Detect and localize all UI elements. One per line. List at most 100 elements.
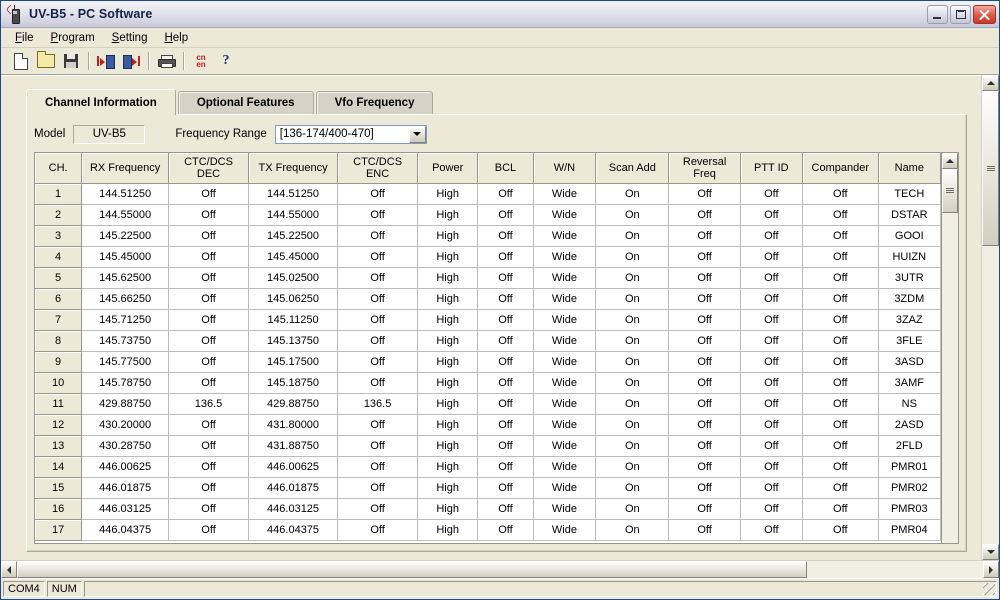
table-cell[interactable]: On [595, 372, 670, 394]
table-cell[interactable]: 3FLE [878, 330, 941, 352]
table-cell[interactable]: 136.5 [337, 393, 419, 415]
table-cell[interactable]: Off [337, 204, 419, 226]
table-cell[interactable]: Off [337, 414, 419, 436]
resize-grip-icon[interactable] [983, 583, 995, 595]
table-cell[interactable]: Off [168, 330, 250, 352]
window-horizontal-scrollbar[interactable] [1, 560, 999, 578]
table-cell[interactable]: High [417, 267, 479, 289]
table-cell[interactable]: Off [802, 351, 879, 373]
table-cell[interactable]: Off [668, 351, 741, 373]
write-to-radio-icon[interactable] [119, 50, 143, 72]
language-cn-en-icon[interactable]: cn en [189, 50, 213, 72]
table-cell[interactable]: 446.01875 [81, 477, 169, 499]
table-cell[interactable]: Off [337, 351, 419, 373]
row-header-cell[interactable]: 17 [35, 519, 83, 541]
row-header-cell[interactable]: 1 [35, 183, 83, 205]
table-cell[interactable]: 145.18750 [248, 372, 339, 394]
table-cell[interactable]: High [417, 519, 479, 541]
table-cell[interactable]: 144.55000 [81, 204, 169, 226]
table-cell[interactable]: Off [168, 183, 250, 205]
table-cell[interactable]: Off [337, 330, 419, 352]
scroll-up-button[interactable] [942, 153, 958, 169]
open-folder-icon[interactable] [34, 50, 58, 72]
table-cell[interactable]: Off [337, 309, 419, 331]
table-row[interactable]: 16 446.03125 Off 446.03125 Off High Off Wide On O… [35, 498, 941, 520]
table-cell[interactable]: On [595, 267, 670, 289]
table-cell[interactable]: 145.66250 [81, 288, 169, 310]
table-cell[interactable]: Off [337, 225, 419, 247]
row-header-cell[interactable]: 9 [35, 351, 83, 373]
table-cell[interactable]: 430.20000 [81, 414, 169, 436]
table-cell[interactable]: 3ASD [878, 351, 941, 373]
table-cell[interactable]: 430.28750 [81, 435, 169, 457]
table-cell[interactable]: 136.5 [168, 393, 250, 415]
window-scroll-right-button[interactable] [983, 561, 999, 578]
table-row[interactable]: 3 145.22500 Off 145.22500 Off High Off Wide On Of… [35, 225, 941, 247]
table-cell[interactable]: Off [740, 414, 803, 436]
table-cell[interactable]: 3UTR [878, 267, 941, 289]
table-row[interactable]: 11 429.88750 136.5 429.88750 136.5 High Off Wid… [35, 393, 941, 415]
help-question-icon[interactable]: ? [214, 50, 238, 72]
row-header-cell[interactable]: 16 [35, 498, 83, 520]
table-cell[interactable]: Off [802, 246, 879, 268]
table-cell[interactable]: On [595, 225, 670, 247]
table-cell[interactable]: Off [802, 477, 879, 499]
table-cell[interactable]: Off [802, 225, 879, 247]
table-cell[interactable]: High [417, 456, 479, 478]
col-tx-frequency[interactable]: TX Frequency [248, 153, 339, 184]
table-cell[interactable]: 429.88750 [248, 393, 339, 415]
table-cell[interactable]: Off [740, 309, 803, 331]
table-cell[interactable]: Off [477, 309, 534, 331]
table-cell[interactable]: 145.17500 [248, 351, 339, 373]
table-cell[interactable]: Off [802, 372, 879, 394]
table-cell[interactable]: High [417, 414, 479, 436]
col-wn[interactable]: W/N [533, 153, 597, 184]
table-row[interactable]: 15 446.01875 Off 446.01875 Off High Off Wide On O… [35, 477, 941, 499]
table-cell[interactable]: 145.02500 [248, 267, 339, 289]
col-scan-add[interactable]: Scan Add [595, 153, 670, 184]
table-cell[interactable]: Off [168, 477, 250, 499]
table-cell[interactable]: 446.00625 [248, 456, 339, 478]
col-bcl[interactable]: BCL [477, 153, 534, 184]
table-cell[interactable]: Off [337, 519, 419, 541]
table-cell[interactable]: Off [337, 372, 419, 394]
table-cell[interactable]: On [595, 309, 670, 331]
table-cell[interactable]: Wide [533, 204, 597, 226]
table-row[interactable]: 5 145.62500 Off 145.02500 Off High Off Wide On Of… [35, 267, 941, 289]
row-header-cell[interactable]: 11 [35, 393, 83, 415]
table-cell[interactable]: Wide [533, 183, 597, 205]
window-scroll-down-button[interactable] [982, 544, 999, 560]
table-row[interactable]: 7 145.71250 Off 145.11250 Off High Off Wide On Of… [35, 309, 941, 331]
table-cell[interactable]: Off [740, 246, 803, 268]
table-cell[interactable]: Off [668, 477, 741, 499]
table-cell[interactable]: Off [477, 246, 534, 268]
table-cell[interactable]: PMR02 [878, 477, 941, 499]
table-cell[interactable]: Off [668, 456, 741, 478]
table-cell[interactable]: Off [802, 267, 879, 289]
window-hscroll-track[interactable] [17, 561, 983, 578]
table-cell[interactable]: Off [168, 309, 250, 331]
table-cell[interactable]: Off [740, 351, 803, 373]
table-cell[interactable]: Off [668, 246, 741, 268]
table-cell[interactable]: Off [668, 267, 741, 289]
table-cell[interactable]: 446.04375 [248, 519, 339, 541]
table-cell[interactable]: 446.03125 [248, 498, 339, 520]
table-cell[interactable]: 145.73750 [81, 330, 169, 352]
row-header-cell[interactable]: 13 [35, 435, 83, 457]
table-cell[interactable]: 2FLD [878, 435, 941, 457]
table-cell[interactable]: Wide [533, 330, 597, 352]
table-row[interactable]: 2 144.55000 Off 144.55000 Off High Off Wide On Of… [35, 204, 941, 226]
table-cell[interactable]: Off [668, 498, 741, 520]
table-cell[interactable]: Off [337, 477, 419, 499]
window-scroll-left-button[interactable] [1, 561, 17, 578]
table-cell[interactable]: Off [168, 246, 250, 268]
window-scroll-up-button[interactable] [982, 75, 999, 91]
table-cell[interactable]: Off [477, 414, 534, 436]
table-cell[interactable]: Off [740, 498, 803, 520]
table-cell[interactable]: Off [802, 183, 879, 205]
col-name[interactable]: Name [878, 153, 941, 184]
table-row[interactable]: 13 430.28750 Off 431.88750 Off High Off Wide On O… [35, 435, 941, 457]
table-cell[interactable]: Off [668, 435, 741, 457]
table-cell[interactable]: On [595, 498, 670, 520]
table-cell[interactable]: On [595, 519, 670, 541]
